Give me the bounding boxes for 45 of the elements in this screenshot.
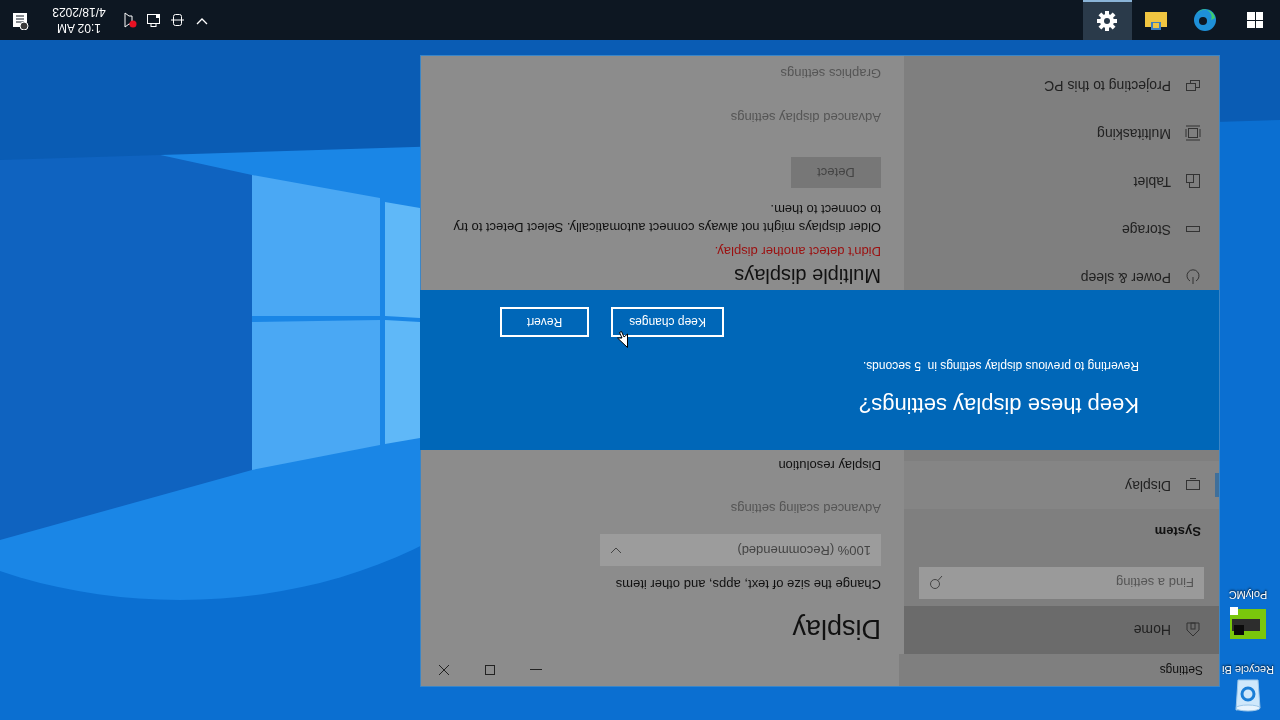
close-icon	[437, 662, 451, 678]
touch-keyboard-icon	[170, 12, 186, 28]
speaker-muted-icon	[122, 12, 138, 28]
sidebar-item[interactable]: Multitasking	[904, 109, 1219, 158]
clock-button[interactable]: 1:02 AM 4/18/2023	[40, 0, 118, 40]
sidebar-item[interactable]: Power & sleep	[904, 253, 1219, 302]
dialog-button[interactable]: Keep changes	[611, 307, 724, 337]
home-item[interactable]: Home	[904, 606, 1219, 654]
multitasking-icon	[1185, 125, 1201, 142]
network-icon	[146, 12, 162, 28]
projecting-icon	[1185, 77, 1201, 94]
page-title: Display	[792, 613, 881, 646]
error-text: Didn't detect another display.	[714, 243, 881, 262]
home-icon	[1185, 622, 1201, 638]
power-icon	[1185, 269, 1201, 286]
section-heading: Multiple displays	[734, 265, 881, 288]
notification-icon	[10, 10, 30, 30]
section-heading: System	[1153, 523, 1202, 541]
maximize-icon	[483, 662, 497, 678]
search-field[interactable]: Find a setting	[919, 567, 1204, 599]
dialog-message: Reverting to previous display settings in 5 seconds.	[861, 358, 1139, 375]
windows-logo-icon	[1247, 12, 1263, 28]
scale-dropdown[interactable]: 100% (Recommended)	[600, 534, 881, 567]
minimize-icon	[530, 669, 542, 671]
dialog-button[interactable]: Revert	[500, 307, 589, 337]
setting-label: Change the size of text, apps, and other items	[615, 576, 881, 594]
chevron-down-icon	[610, 546, 622, 555]
search-icon	[929, 575, 944, 590]
sidebar-item[interactable]: Tablet	[904, 157, 1219, 206]
setting-label: Display resolution	[778, 457, 881, 475]
sidebar-item[interactable]: Display	[904, 461, 1219, 510]
clock-time: 1:02 AM	[57, 20, 101, 36]
clock-date: 4/18/2023	[52, 4, 106, 20]
browser-icon	[1193, 8, 1218, 32]
tablet-icon	[1185, 173, 1201, 190]
sidebar-item[interactable]: Storage	[904, 205, 1219, 254]
icon-label[interactable]: PolyMC	[1228, 587, 1268, 604]
dialog-title: Keep these display settings?	[857, 392, 1139, 420]
taskbar-app[interactable]	[1083, 0, 1132, 40]
sidebar-item[interactable]: Projecting to this PC	[904, 61, 1219, 110]
icon-label[interactable]: Recycle Bi	[1222, 661, 1274, 678]
description-text: Older displays might not always connect automatically. Select Detect to try to connect to them.	[452, 201, 881, 236]
window-title: Settings	[899, 654, 1219, 686]
mouse-pointer-icon	[617, 331, 628, 348]
gear-icon	[1095, 9, 1120, 33]
